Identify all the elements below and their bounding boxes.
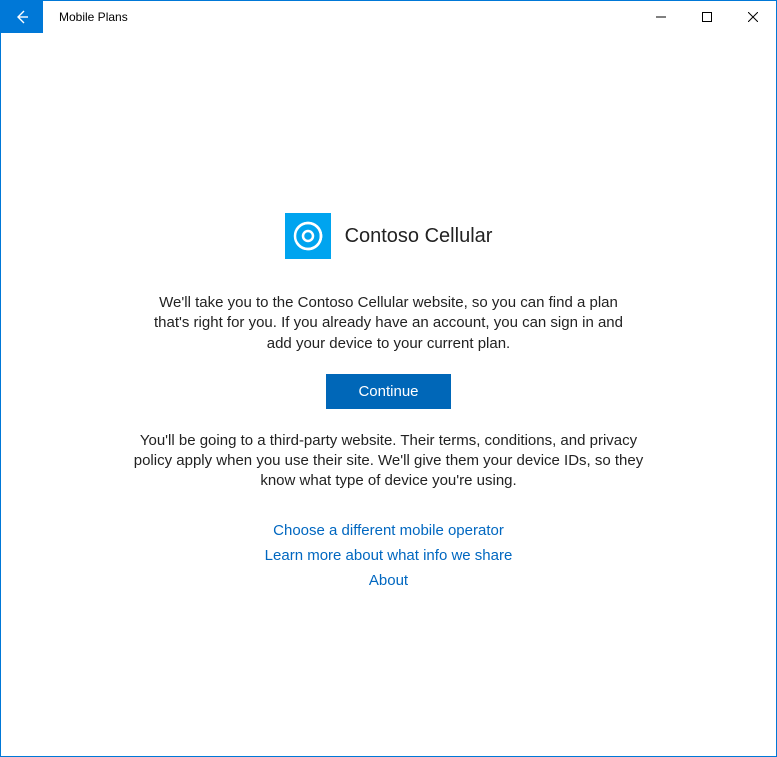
operator-logo-icon: [291, 219, 325, 253]
brand-row: Contoso Cellular: [285, 213, 493, 259]
operator-name: Contoso Cellular: [345, 225, 493, 248]
description-text: We'll take you to the Contoso Cellular w…: [149, 293, 629, 354]
disclaimer-text: You'll be going to a third-party website…: [134, 431, 644, 492]
back-button[interactable]: [1, 1, 43, 33]
app-title: Mobile Plans: [59, 10, 638, 24]
link-stack: Choose a different mobile operator Learn…: [265, 522, 513, 589]
continue-button[interactable]: Continue: [326, 374, 450, 409]
maximize-button[interactable]: [684, 1, 730, 33]
back-arrow-icon: [14, 9, 30, 25]
close-icon: [748, 12, 758, 22]
choose-operator-link[interactable]: Choose a different mobile operator: [265, 522, 513, 539]
about-link[interactable]: About: [265, 572, 513, 589]
minimize-button[interactable]: [638, 1, 684, 33]
maximize-icon: [702, 12, 712, 22]
brand-logo: [285, 213, 331, 259]
minimize-icon: [656, 12, 666, 22]
titlebar: Mobile Plans: [1, 1, 776, 33]
learn-more-link[interactable]: Learn more about what info we share: [265, 547, 513, 564]
window-controls: [638, 1, 776, 33]
close-button[interactable]: [730, 1, 776, 33]
main-content: Contoso Cellular We'll take you to the C…: [1, 33, 776, 589]
